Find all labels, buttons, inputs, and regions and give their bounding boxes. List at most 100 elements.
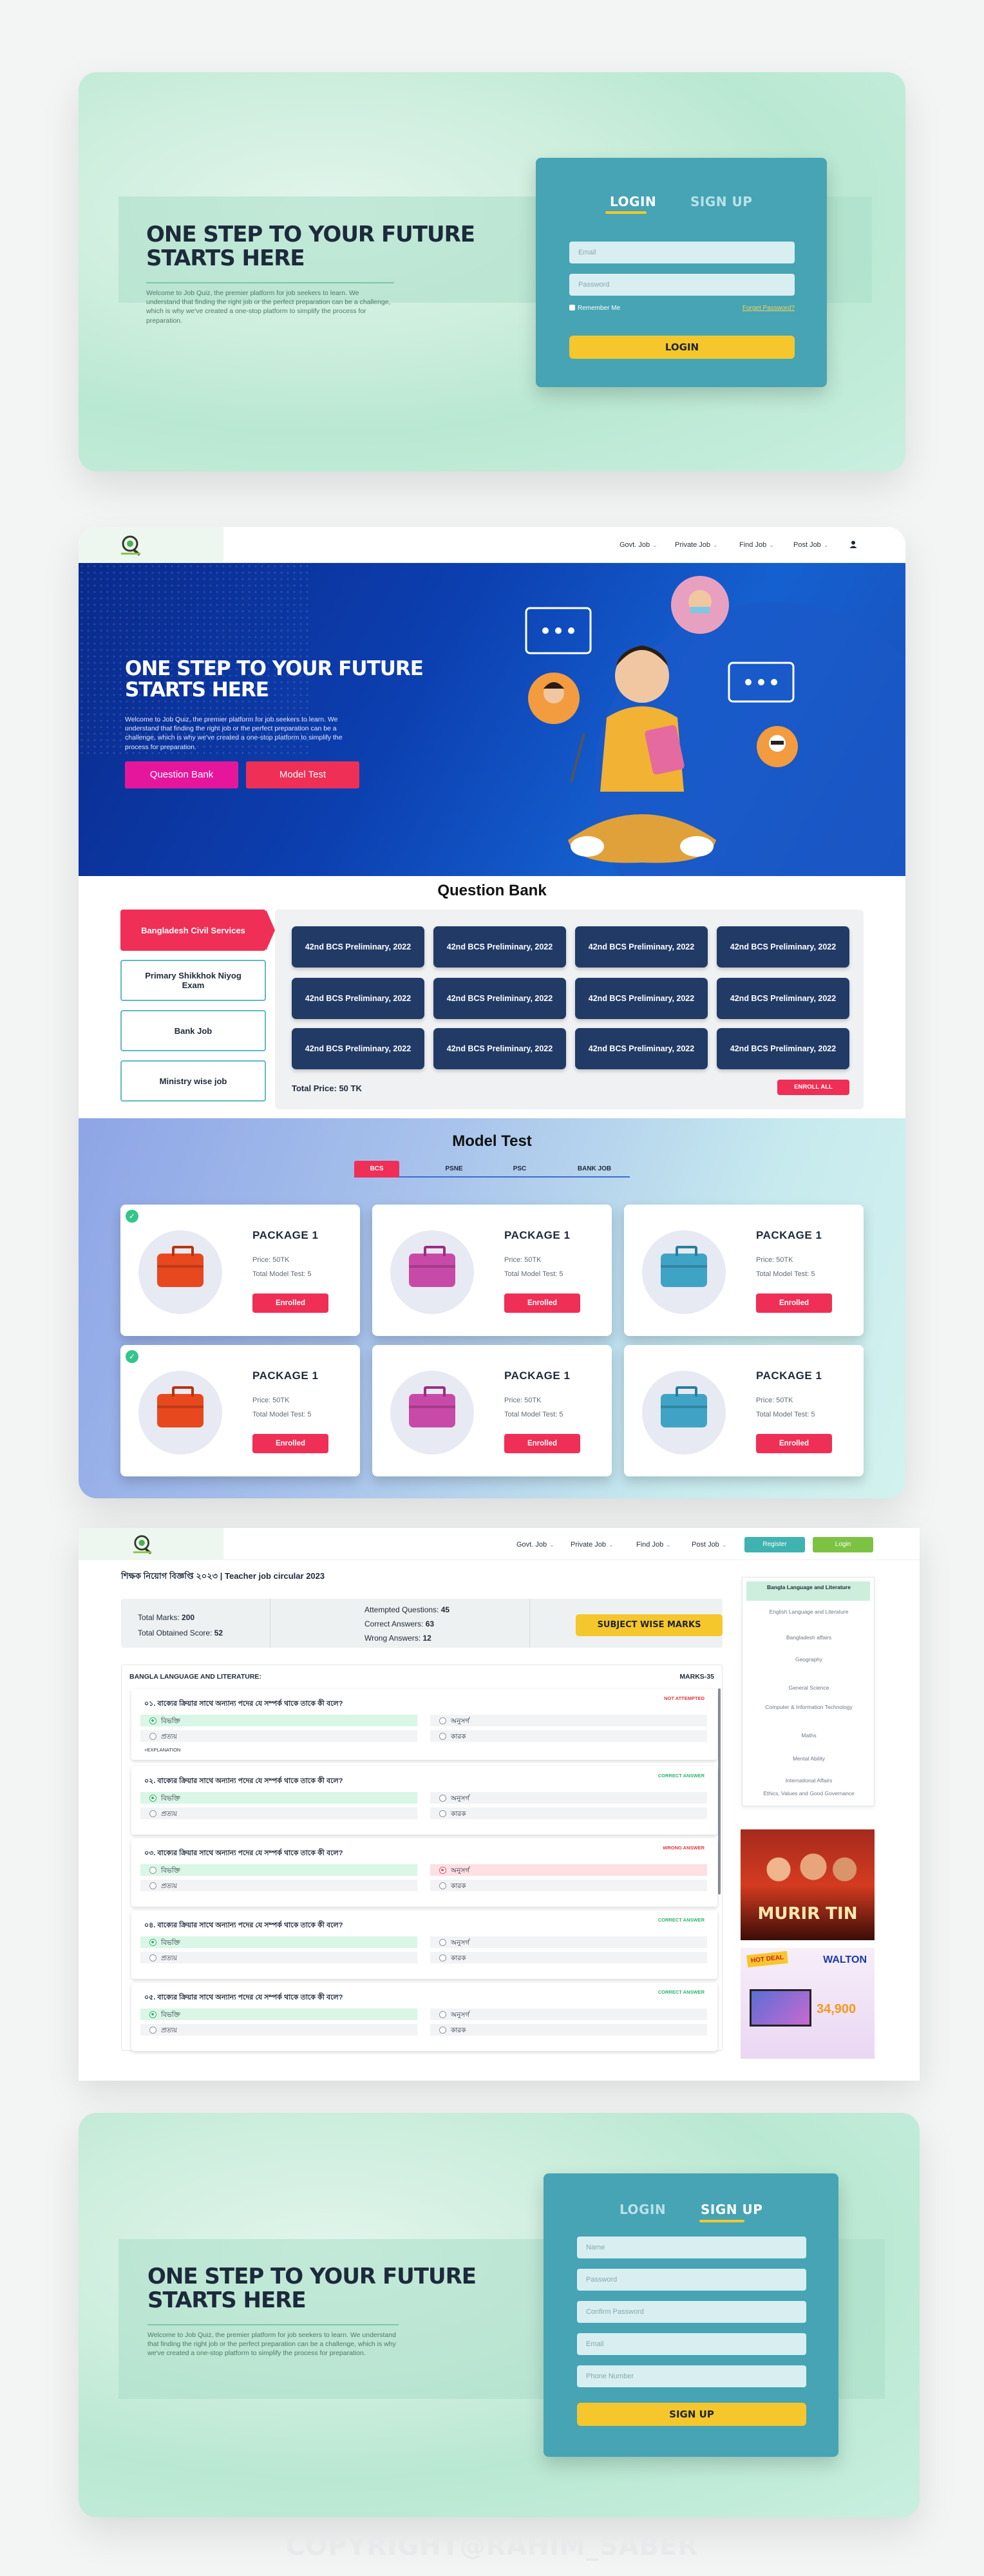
tab-bank-job[interactable]: BANK JOB (565, 1161, 623, 1178)
password-field[interactable]: Password (569, 274, 795, 296)
option[interactable]: বিভক্তি (140, 2008, 417, 2020)
enrolled-button[interactable]: Enrolled (504, 1293, 580, 1313)
category-primary[interactable]: Primary Shikkhok Niyog Exam (120, 960, 266, 1001)
model-test-button[interactable]: Model Test (246, 761, 359, 788)
option[interactable]: কারক (430, 1730, 707, 1742)
subject-item[interactable]: Geography (748, 1656, 870, 1663)
package-card[interactable]: PACKAGE 1 Price: 50TK Total Model Test: … (372, 1345, 612, 1476)
ad-banner-walton[interactable]: HOT DEAL WALTON 34,900 (741, 1948, 875, 2059)
nav-private-job[interactable]: Private Job ⌄ (675, 541, 718, 549)
enrolled-button[interactable]: Enrolled (252, 1434, 328, 1453)
option[interactable]: অনুসর্গ (430, 1715, 707, 1726)
logo-icon[interactable] (130, 1533, 157, 1555)
subject-item[interactable]: Bangla Language and Literature (748, 1584, 870, 1591)
subject-item[interactable]: General Science (748, 1684, 870, 1692)
subject-item[interactable]: Ethics, Values and Good Governance (748, 1790, 870, 1797)
category-bcs[interactable]: Bangladesh Civil Services (120, 910, 266, 951)
question-set[interactable]: 42nd BCS Preliminary, 2022 (292, 1028, 424, 1069)
active-tab-indicator (699, 2220, 744, 2222)
subject-item[interactable]: Mental Ability (748, 1755, 870, 1762)
register-button[interactable]: Register (744, 1537, 805, 1552)
tab-psc[interactable]: PSC (497, 1161, 542, 1178)
email-field[interactable]: Email (569, 242, 795, 263)
scrollbar[interactable] (718, 1688, 721, 1894)
confirm-password-field[interactable]: Confirm Password (577, 2301, 806, 2323)
question-set[interactable]: 42nd BCS Preliminary, 2022 (292, 926, 424, 968)
enrolled-button[interactable]: Enrolled (504, 1434, 580, 1453)
question-set[interactable]: 42nd BCS Preliminary, 2022 (575, 926, 708, 968)
explanation-link[interactable]: +EXPLANATION (144, 1747, 180, 1753)
question-bank-button[interactable]: Question Bank (125, 761, 238, 788)
option[interactable]: প্রত্যয় (140, 2024, 417, 2036)
package-card[interactable]: PACKAGE 1 Price: 50TK Total Model Test: … (624, 1205, 864, 1336)
nav-private-job[interactable]: Private Job ⌄ (571, 1541, 614, 1549)
tab-login[interactable]: LOGIN (620, 2202, 666, 2217)
ad-banner-movie[interactable]: MURIR TIN (741, 1829, 875, 1940)
question-set[interactable]: 42nd BCS Preliminary, 2022 (717, 926, 849, 968)
option[interactable]: বিভক্তি (140, 1864, 417, 1876)
question-set[interactable]: 42nd BCS Preliminary, 2022 (433, 1028, 566, 1069)
package-card[interactable]: PACKAGE 1 Price: 50TK Total Model Test: … (624, 1345, 864, 1476)
nav-find-job[interactable]: Find Job ⌄ (739, 541, 774, 549)
tab-signup[interactable]: SIGN UP (701, 2202, 762, 2217)
enrolled-button[interactable]: Enrolled (252, 1293, 328, 1313)
nav-post-job[interactable]: Post Job ⌄ (793, 541, 828, 549)
phone-field[interactable]: Phone Number (577, 2365, 806, 2387)
subject-item[interactable]: Bangladesh affairs (748, 1634, 870, 1641)
password-field[interactable]: Password (577, 2269, 806, 2291)
option[interactable]: অনুসর্গ (430, 2008, 707, 2020)
option[interactable]: প্রত্যয় (140, 1952, 417, 1963)
question-set[interactable]: 42nd BCS Preliminary, 2022 (433, 978, 566, 1019)
remember-checkbox[interactable] (569, 305, 575, 310)
option[interactable]: প্রত্যয় (140, 1808, 417, 1819)
subject-item[interactable]: International Affairs (748, 1777, 870, 1784)
option[interactable]: অনুসর্গ (430, 1936, 707, 1948)
signup-button[interactable]: SIGN UP (577, 2403, 806, 2426)
category-ministry[interactable]: Ministry wise job (120, 1060, 266, 1102)
email-field[interactable]: Email (577, 2333, 806, 2355)
category-bank-job[interactable]: Bank Job (120, 1010, 266, 1051)
tab-signup[interactable]: SIGN UP (690, 194, 752, 209)
enrolled-button[interactable]: Enrolled (756, 1293, 832, 1313)
enrolled-button[interactable]: Enrolled (756, 1434, 832, 1453)
question-set[interactable]: 42nd BCS Preliminary, 2022 (575, 978, 708, 1019)
option[interactable]: প্রত্যয় (140, 1880, 417, 1891)
option[interactable]: বিভক্তি (140, 1936, 417, 1948)
nav-govt-job[interactable]: Govt. Job ⌄ (620, 541, 658, 549)
question-set[interactable]: 42nd BCS Preliminary, 2022 (292, 978, 424, 1019)
option[interactable]: বিভক্তি (140, 1792, 417, 1804)
option[interactable]: অনুসর্গ (430, 1792, 707, 1804)
option[interactable]: প্রত্যয় (140, 1730, 417, 1742)
nav-govt-job[interactable]: Govt. Job ⌄ (516, 1541, 554, 1549)
option[interactable]: বিভক্তি (140, 1715, 417, 1726)
option[interactable]: কারক (430, 1808, 707, 1819)
subject-wise-marks-button[interactable]: SUBJECT WISE MARKS (576, 1614, 723, 1636)
option[interactable]: অনুসর্গ (430, 1864, 707, 1876)
subject-item[interactable]: Computer & Information Technology (748, 1704, 870, 1711)
logo-icon[interactable] (118, 533, 146, 557)
package-card[interactable]: ✓ PACKAGE 1 Price: 50TK Total Model Test… (120, 1205, 360, 1336)
subject-item[interactable]: English Language and Literature (748, 1608, 870, 1616)
nav-find-job[interactable]: Find Job ⌄ (636, 1541, 671, 1549)
remember-me[interactable]: Remember Me (569, 305, 620, 312)
question-set[interactable]: 42nd BCS Preliminary, 2022 (575, 1028, 708, 1069)
nav-post-job[interactable]: Post Job ⌄ (692, 1541, 726, 1549)
forgot-password-link[interactable]: Forget Password? (743, 305, 795, 312)
tab-login[interactable]: LOGIN (610, 194, 656, 209)
package-card[interactable]: ✓ PACKAGE 1 Price: 50TK Total Model Test… (120, 1345, 360, 1476)
tab-bcs[interactable]: BCS (354, 1161, 399, 1178)
option[interactable]: কারক (430, 2024, 707, 2036)
name-field[interactable]: Name (577, 2237, 806, 2258)
subject-item[interactable]: Maths (748, 1732, 870, 1739)
enroll-all-button[interactable]: ENROLL ALL (777, 1080, 849, 1095)
package-card[interactable]: PACKAGE 1 Price: 50TK Total Model Test: … (372, 1205, 612, 1336)
user-icon[interactable] (849, 540, 858, 549)
login-button[interactable]: LOGIN (569, 336, 795, 359)
tab-psne[interactable]: PSNE (431, 1161, 477, 1178)
question-set[interactable]: 42nd BCS Preliminary, 2022 (717, 978, 849, 1019)
login-button[interactable]: Login (813, 1537, 873, 1552)
question-set[interactable]: 42nd BCS Preliminary, 2022 (433, 926, 566, 968)
question-set[interactable]: 42nd BCS Preliminary, 2022 (717, 1028, 849, 1069)
option[interactable]: কারক (430, 1880, 707, 1891)
option[interactable]: কারক (430, 1952, 707, 1963)
